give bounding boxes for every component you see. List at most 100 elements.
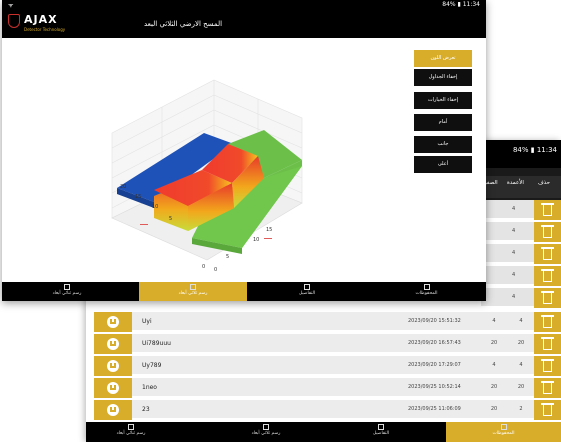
status-bar: ᯤ 84% ▮ 11:34: [2, 0, 486, 10]
record-date: 2023/09/20 15:51:32: [408, 318, 461, 324]
delete-icon[interactable]: [534, 400, 561, 420]
list-item[interactable]: 1neo 2023/09/25 10:52:14 20 20: [94, 378, 561, 398]
page-title: المسح الارضي الثلاثي البعد: [144, 20, 223, 28]
record-name: Ui789uuu: [142, 340, 171, 347]
app-logo-subtitle: Detector Technology: [24, 27, 66, 32]
nav-details[interactable]: التفاصيل: [252, 282, 362, 301]
delete-icon[interactable]: [534, 200, 561, 220]
download-button[interactable]: [94, 312, 132, 332]
grid-icon: [128, 424, 134, 430]
axis-tick: 5: [226, 254, 229, 260]
download-button[interactable]: [94, 356, 132, 376]
grid-icon: [64, 284, 70, 290]
record-rows: 4: [492, 318, 496, 324]
axis-tick: 15: [135, 194, 141, 200]
record-date: 2023/09/20 16:57:43: [408, 340, 461, 346]
axis-label-mark: [140, 224, 148, 225]
status-right: 84% ▮ 11:34: [442, 1, 480, 8]
list-item[interactable]: 23 2023/09/25 11:06:09 20 2: [94, 400, 561, 420]
delete-icon[interactable]: [534, 244, 561, 264]
column-header-delete: حذف: [538, 180, 550, 186]
grid-icon: [190, 284, 196, 290]
nav-details[interactable]: التفاصيل: [336, 422, 426, 442]
clipboard-icon: [378, 424, 384, 430]
record-cols: 4: [519, 318, 523, 324]
list-item: 4 4: [481, 244, 561, 264]
record-rows: 20: [490, 340, 498, 346]
list-item: 4 4: [481, 266, 561, 286]
download-icon: [107, 338, 119, 350]
hide-options-button[interactable]: إخفاء الخيارات: [414, 92, 472, 109]
download-icon: [107, 316, 119, 328]
axis-tick: 10: [152, 204, 158, 210]
axis-tick: 0: [202, 264, 205, 270]
list-item: 4 4: [481, 288, 561, 308]
record-name: 1neo: [142, 384, 157, 391]
delete-icon[interactable]: [534, 334, 561, 354]
grid-icon: [263, 424, 269, 430]
record-name: 23: [142, 406, 150, 413]
scan-3d-screen: ᯤ 84% ▮ 11:34 AJAX Detector Technology ا…: [2, 0, 486, 301]
nav-3d-plot[interactable]: رسم ثلاثي أبعاد: [139, 282, 247, 301]
delete-icon[interactable]: [534, 378, 561, 398]
download-button[interactable]: [94, 378, 132, 398]
axis-label-mark: [264, 238, 272, 239]
document-icon: [500, 424, 507, 430]
delete-icon[interactable]: [534, 288, 561, 308]
column-header-cols: الأعمدة: [507, 180, 524, 186]
list-item[interactable]: Ui789uuu 2023/09/20 16:57:43 20 20: [94, 334, 561, 354]
plot-area[interactable]: 20 15 10 5 0 15 10 5 0 تعرض اللون إخفاء …: [2, 38, 486, 282]
side-view-button[interactable]: جانب: [414, 136, 472, 153]
record-rows: 20: [490, 406, 498, 412]
wifi-icon: ᯤ: [8, 2, 14, 9]
screenshot-stage: 84% ▮ 11:34 الصفو الأعمدة حذف 4 4 4 4 4 …: [0, 0, 561, 442]
axis-tick: 20: [120, 184, 126, 190]
record-rows: 4: [492, 362, 496, 368]
record-date: 2023/09/25 11:06:09: [408, 406, 461, 412]
show-color-button[interactable]: تعرض اللون: [414, 50, 472, 67]
shield-icon: [8, 14, 20, 28]
axis-tick: 15: [266, 227, 272, 233]
document-icon: [423, 284, 430, 290]
record-cols: 20: [517, 340, 525, 346]
top-view-button[interactable]: أعلى: [414, 156, 472, 173]
download-icon: [107, 404, 119, 416]
column-header-rows: الصفو: [484, 180, 498, 186]
app-logo: AJAX: [24, 13, 58, 26]
status-right: 84% ▮ 11:34: [512, 146, 557, 154]
record-name: Uy789: [142, 362, 162, 369]
axis-tick: 5: [169, 216, 172, 222]
bottom-nav: رسم ثنائي أبعاد رسم ثلاثي أبعاد التفاصيل…: [86, 422, 561, 442]
list-item: 4 4: [481, 222, 561, 242]
axis-tick: 10: [253, 237, 259, 243]
record-date: 2023/09/25 10:52:14: [408, 384, 461, 390]
record-name: Uyi: [142, 318, 152, 325]
record-cols: 20: [517, 384, 525, 390]
hide-tables-button[interactable]: إخفاء الجداول: [414, 69, 472, 86]
download-icon: [107, 382, 119, 394]
download-icon: [107, 360, 119, 372]
record-cols: 4: [519, 362, 523, 368]
delete-icon[interactable]: [534, 222, 561, 242]
nav-saved[interactable]: المحفوظات: [367, 282, 486, 301]
axis-tick: 0: [214, 267, 217, 273]
delete-icon[interactable]: [534, 356, 561, 376]
app-header: AJAX Detector Technology المسح الارضي ال…: [2, 10, 486, 38]
record-cols: 2: [519, 406, 523, 412]
record-rows: 20: [490, 384, 498, 390]
nav-3d-plot[interactable]: رسم ثلاثي أبعاد: [216, 422, 316, 442]
delete-icon[interactable]: [534, 312, 561, 332]
nav-2d-plot[interactable]: رسم ثنائي أبعاد: [86, 422, 176, 442]
delete-icon[interactable]: [534, 266, 561, 286]
nav-saved[interactable]: المحفوظات: [446, 422, 561, 442]
clipboard-icon: [304, 284, 310, 290]
bottom-nav: رسم ثنائي أبعاد رسم ثلاثي أبعاد التفاصيل…: [2, 282, 486, 301]
list-item[interactable]: Uyi 2023/09/20 15:51:32 4 4: [94, 312, 561, 332]
nav-2d-plot[interactable]: رسم ثنائي أبعاد: [2, 282, 132, 301]
front-view-button[interactable]: أمام: [414, 114, 472, 131]
download-button[interactable]: [94, 400, 132, 420]
list-item[interactable]: Uy789 2023/09/20 17:29:07 4 4: [94, 356, 561, 376]
list-item: 4 4: [481, 200, 561, 220]
download-button[interactable]: [94, 334, 132, 354]
record-date: 2023/09/20 17:29:07: [408, 362, 461, 368]
